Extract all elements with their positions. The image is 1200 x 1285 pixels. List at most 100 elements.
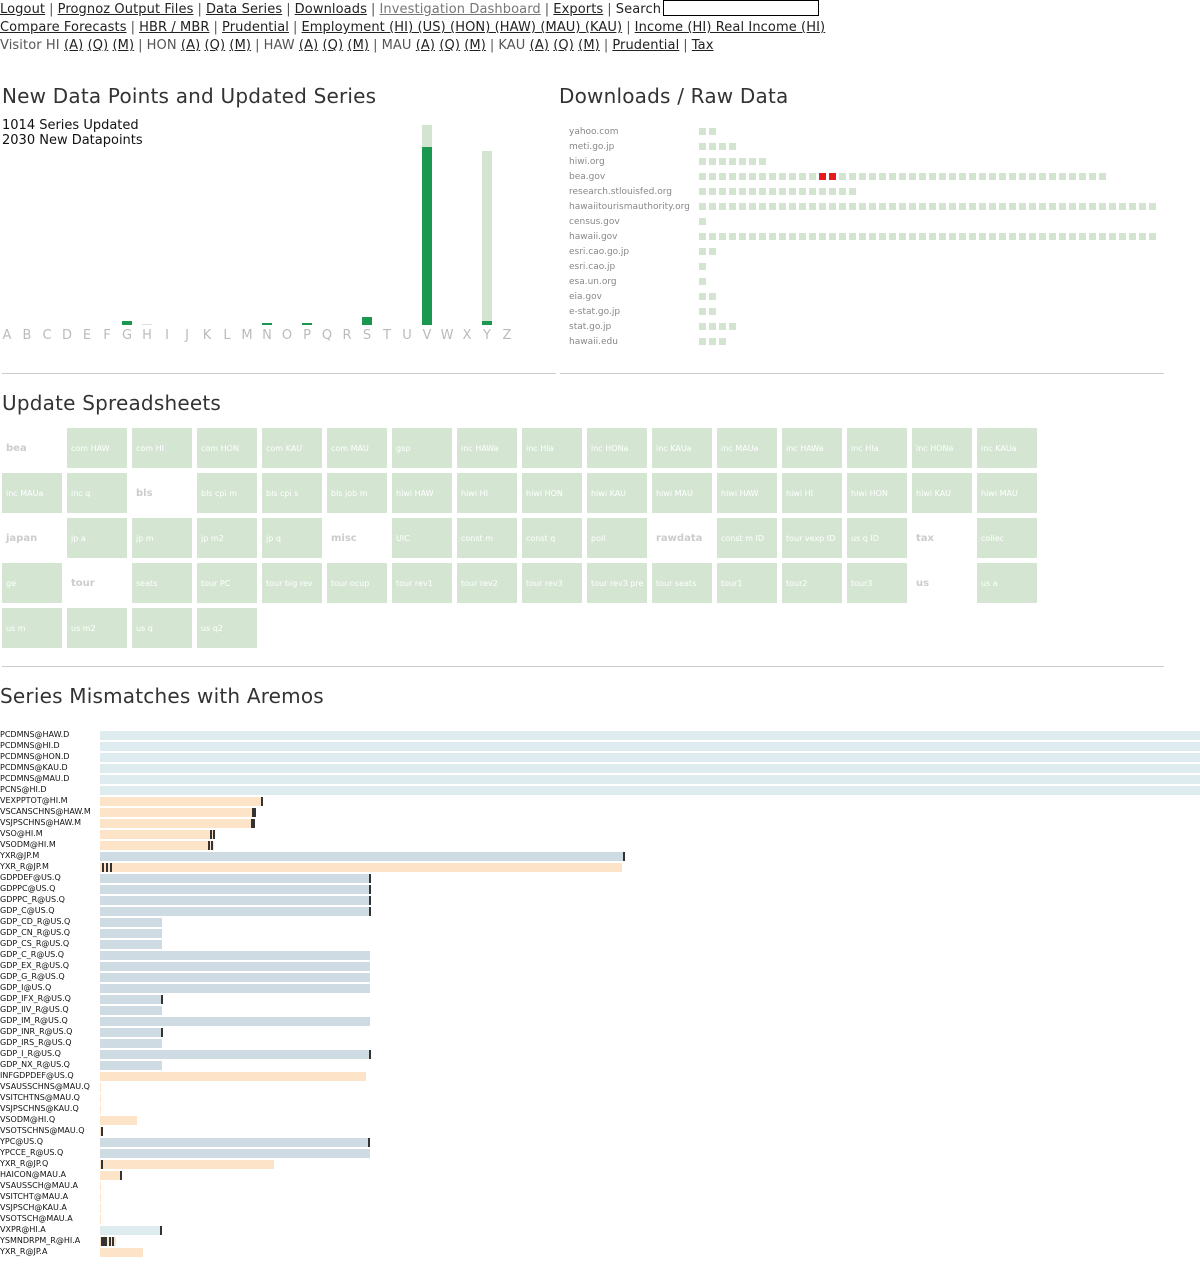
mismatch-series-label[interactable]: VSJPSCHNS@HAW.M	[0, 818, 81, 828]
download-square[interactable]	[1019, 203, 1026, 210]
mismatch-series-label[interactable]: YPC@US.Q	[0, 1137, 43, 1147]
mismatch-series-label[interactable]: GDPDEF@US.Q	[0, 873, 61, 883]
download-square[interactable]	[819, 188, 826, 195]
download-square[interactable]	[709, 128, 716, 135]
nav-link-visitor-hi-q[interactable]: (Q)	[88, 38, 109, 53]
download-square[interactable]	[949, 233, 956, 240]
download-square[interactable]	[969, 203, 976, 210]
download-square[interactable]	[1089, 203, 1096, 210]
download-square[interactable]	[959, 173, 966, 180]
spreadsheet-tile[interactable]: jp m2	[197, 518, 257, 558]
download-square[interactable]	[709, 143, 716, 150]
download-host[interactable]: hawaiitourismauthority.org	[569, 202, 690, 212]
nav-link-investigation-dashboard[interactable]: Investigation Dashboard	[379, 2, 540, 17]
download-square[interactable]	[799, 233, 806, 240]
download-square[interactable]	[849, 188, 856, 195]
nav-link-haw-a[interactable]: (A)	[299, 38, 318, 53]
mismatch-series-label[interactable]: PCDMNS@HON.D	[0, 752, 70, 762]
mismatch-series-label[interactable]: GDP_IIV_R@US.Q	[0, 1005, 69, 1015]
download-square[interactable]	[729, 188, 736, 195]
download-square[interactable]	[799, 203, 806, 210]
spreadsheet-tile[interactable]: hiwi HON	[522, 473, 582, 513]
download-square[interactable]	[1149, 203, 1156, 210]
download-square[interactable]	[869, 203, 876, 210]
download-square[interactable]	[989, 173, 996, 180]
download-square[interactable]	[799, 188, 806, 195]
mismatch-series-label[interactable]: PCDMNS@KAU.D	[0, 763, 68, 773]
download-square[interactable]	[719, 143, 726, 150]
mismatch-series-label[interactable]: YXR_R@JP.Q	[0, 1159, 48, 1169]
nav-link-mau-m[interactable]: (M)	[464, 38, 486, 53]
download-square[interactable]	[719, 233, 726, 240]
download-square[interactable]	[1099, 203, 1106, 210]
download-square[interactable]	[869, 173, 876, 180]
download-square[interactable]	[709, 203, 716, 210]
download-square[interactable]	[709, 338, 716, 345]
download-square[interactable]	[1139, 233, 1146, 240]
download-square[interactable]	[699, 203, 706, 210]
download-square[interactable]	[1109, 233, 1116, 240]
download-host[interactable]: esri.cao.go.jp	[569, 247, 629, 257]
download-square[interactable]	[1079, 203, 1086, 210]
download-square[interactable]	[1049, 173, 1056, 180]
download-square[interactable]	[829, 233, 836, 240]
download-square[interactable]	[1059, 173, 1066, 180]
download-square[interactable]	[989, 203, 996, 210]
download-square[interactable]	[929, 173, 936, 180]
download-square[interactable]	[769, 203, 776, 210]
download-host[interactable]: stat.go.jp	[569, 322, 611, 332]
download-square[interactable]	[729, 323, 736, 330]
spreadsheet-tile[interactable]: inc HONa	[912, 428, 972, 468]
download-square[interactable]	[979, 233, 986, 240]
download-square[interactable]	[749, 173, 756, 180]
download-square[interactable]	[1079, 173, 1086, 180]
download-square[interactable]	[949, 173, 956, 180]
search-input[interactable]	[663, 0, 820, 16]
download-square[interactable]	[969, 233, 976, 240]
download-host[interactable]: esri.cao.jp	[569, 262, 615, 272]
download-host[interactable]: research.stlouisfed.org	[569, 187, 672, 197]
spreadsheet-tile[interactable]: inc KAUa	[977, 428, 1037, 468]
nav-link-exports[interactable]: Exports	[553, 2, 603, 17]
download-square[interactable]	[819, 233, 826, 240]
mismatch-series-label[interactable]: YXR_R@JP.M	[0, 862, 49, 872]
spreadsheet-tile[interactable]: tour rev1	[392, 563, 452, 603]
download-square[interactable]	[1009, 203, 1016, 210]
download-square[interactable]	[929, 233, 936, 240]
spreadsheet-tile[interactable]: jp q	[262, 518, 322, 558]
mismatch-series-label[interactable]: VSITCHT@MAU.A	[0, 1192, 68, 1202]
download-host[interactable]: hawaii.gov	[569, 232, 618, 242]
mismatch-series-label[interactable]: VSITCHTNS@MAU.Q	[0, 1093, 80, 1103]
download-square[interactable]	[1129, 203, 1136, 210]
download-host[interactable]: yahoo.com	[569, 127, 618, 137]
download-square[interactable]	[789, 173, 796, 180]
download-square[interactable]	[869, 233, 876, 240]
download-square[interactable]	[699, 128, 706, 135]
download-square[interactable]	[1099, 233, 1106, 240]
download-square[interactable]	[939, 173, 946, 180]
download-host[interactable]: meti.go.jp	[569, 142, 614, 152]
mismatch-series-label[interactable]: GDP_CS_R@US.Q	[0, 939, 69, 949]
nav-link-hon-a[interactable]: (A)	[181, 38, 200, 53]
mismatch-series-label[interactable]: GDP_IM_R@US.Q	[0, 1016, 68, 1026]
nav-link-employment-hi-us-hon-haw-mau-kau[interactable]: Employment (HI) (US) (HON) (HAW) (MAU) (…	[301, 20, 622, 35]
download-square[interactable]	[879, 203, 886, 210]
download-square[interactable]	[939, 203, 946, 210]
nav-link-kau-a[interactable]: (A)	[530, 38, 549, 53]
download-square[interactable]	[1059, 203, 1066, 210]
download-square[interactable]	[1019, 233, 1026, 240]
download-square[interactable]	[1059, 233, 1066, 240]
download-square[interactable]	[1039, 203, 1046, 210]
download-square[interactable]	[729, 143, 736, 150]
spreadsheet-tile[interactable]: tour big rev	[262, 563, 322, 603]
download-square[interactable]	[779, 173, 786, 180]
download-square[interactable]	[789, 188, 796, 195]
spreadsheet-tile[interactable]: inc HAWa	[782, 428, 842, 468]
mismatch-series-label[interactable]: VXPR@HI.A	[0, 1225, 46, 1235]
nav-link-hon-q[interactable]: (Q)	[204, 38, 225, 53]
spreadsheet-tile[interactable]: com MAU	[327, 428, 387, 468]
download-square[interactable]	[699, 308, 706, 315]
download-square[interactable]	[1029, 233, 1036, 240]
download-square[interactable]	[919, 203, 926, 210]
download-square[interactable]	[709, 323, 716, 330]
